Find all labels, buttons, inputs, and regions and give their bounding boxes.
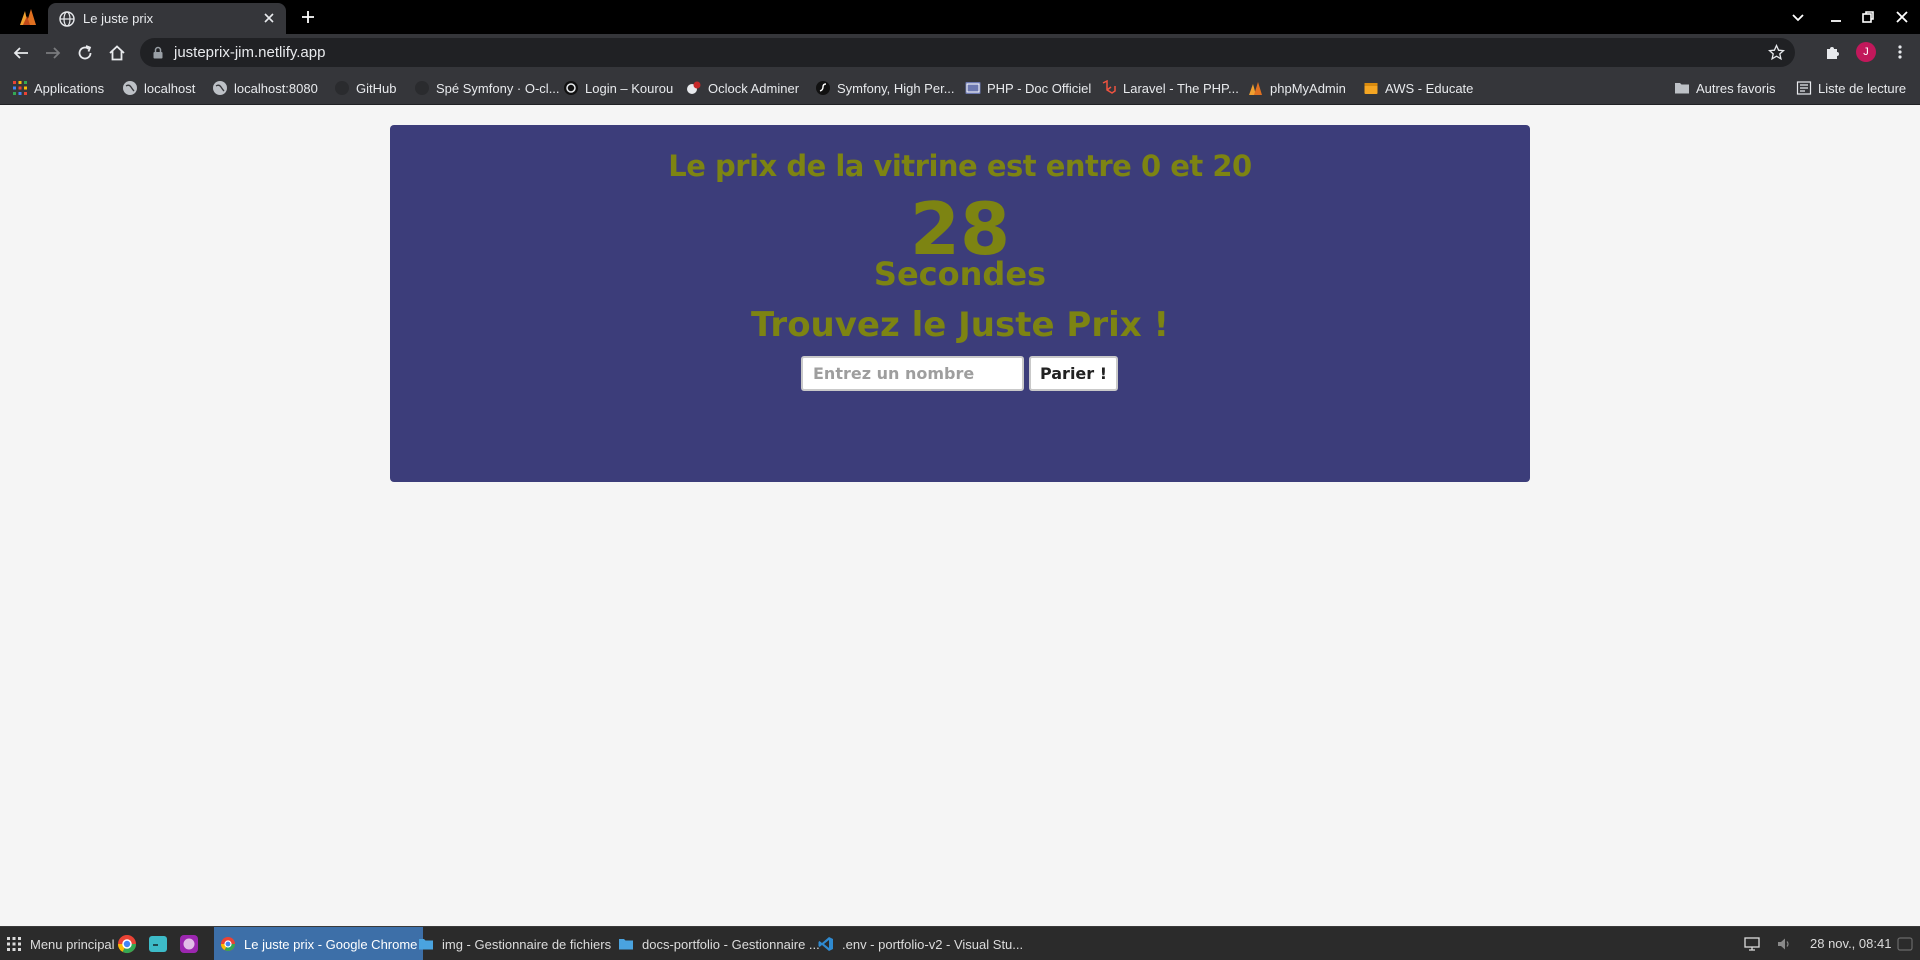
reading-list-icon [1796,81,1812,95]
bookmark-localhost-8080[interactable]: localhost:8080 [212,71,318,105]
bookmark-other-favorites[interactable]: Autres favoris [1674,71,1775,105]
restore-icon[interactable] [1860,9,1876,25]
forward-arrow-icon[interactable] [44,44,62,62]
github-icon [335,81,349,95]
extensions-puzzle-icon[interactable] [1824,43,1842,61]
chrome-launcher-icon[interactable] [117,934,137,954]
browser-tab-bar: Le juste prix [0,0,1920,34]
bookmark-label: Oclock Adminer [708,80,800,96]
globe-icon [123,81,137,95]
game-card: Le prix de la vitrine est entre 0 et 20 … [390,125,1530,482]
bookmark-label: GitHub [356,80,397,96]
countdown-unit: Secondes [873,255,1047,293]
bookmark-label: Applications [34,80,105,96]
bookmark-star-icon[interactable] [1768,44,1785,61]
close-window-icon[interactable] [1894,9,1910,25]
bookmark-github[interactable]: GitHub [334,71,396,105]
chrome-icon [221,937,235,951]
main-menu-button[interactable]: Menu principal [6,927,115,960]
browser-toolbar: justeprix-jim.netlify.app J [0,34,1920,71]
kourou-icon [564,81,578,95]
bookmarks-bar: Applications localhost localhost:8080 Gi… [0,71,1920,105]
bookmark-label: Symfony, High Per... [837,80,955,96]
page-title: Trouvez le Juste Prix ! [750,305,1170,345]
show-desktop-icon[interactable] [1897,936,1913,952]
bookmark-kourou[interactable]: Login – Kourou [563,71,673,105]
volume-icon[interactable] [1776,936,1792,952]
guess-input[interactable] [801,356,1024,391]
close-icon[interactable] [262,11,276,25]
taskbar-window-label: .env - portfolio-v2 - Visual Stu... [842,936,1024,952]
more-menu-icon[interactable] [1892,44,1908,60]
globe-icon [213,81,227,95]
bookmark-symfony[interactable]: Symfony, High Per... [815,71,955,105]
bookmark-label: PHP - Doc Officiel [987,80,1092,96]
bookmark-aws-educate[interactable]: AWS - Educate [1363,71,1473,105]
bookmark-label: localhost [144,80,196,96]
tab-title: Le juste prix [83,11,154,26]
app-logo-icon[interactable] [18,8,38,26]
price-range-text: Le prix de la vitrine est entre 0 et 20 [668,149,1252,183]
reload-icon[interactable] [76,44,94,62]
back-arrow-icon[interactable] [12,44,30,62]
lock-icon[interactable] [152,46,164,59]
bookmark-label: phpMyAdmin [1270,80,1346,96]
bookmark-spe-symfony[interactable]: Spé Symfony · O-cl... [414,71,560,105]
folder-icon [419,939,433,950]
bookmark-label: Laravel - The PHP... [1123,80,1239,96]
menu-grid-icon [7,937,21,951]
php-icon [965,82,981,94]
vscode-icon [818,937,833,951]
app-launcher-icon[interactable] [179,934,199,954]
minimize-icon[interactable] [1828,9,1844,25]
github-icon [415,81,429,95]
os-taskbar: Menu principal Le juste prix - Google Ch… [0,926,1920,960]
bet-button[interactable]: Parier ! [1029,356,1118,391]
bookmark-applications[interactable]: Applications [12,71,104,105]
tab-active[interactable]: Le juste prix [48,3,286,34]
profile-avatar[interactable]: J [1856,42,1876,62]
taskbar-clock: 28 nov., 08:41 [1810,936,1892,951]
adminer-icon [687,81,701,94]
home-icon[interactable] [108,44,126,62]
bookmark-php-doc[interactable]: PHP - Doc Officiel [965,71,1091,105]
bookmark-phpmyadmin[interactable]: phpMyAdmin [1248,71,1346,105]
chevron-down-icon[interactable] [1790,9,1806,25]
taskbar-window-vscode[interactable]: .env - portfolio-v2 - Visual Stu... [818,927,1023,960]
apps-grid-icon [13,81,27,95]
taskbar-window-label: img - Gestionnaire de fichiers [442,936,612,952]
taskbar-window-files-img[interactable]: img - Gestionnaire de fichiers [418,927,611,960]
bookmark-laravel[interactable]: Laravel - The PHP... [1101,71,1239,105]
symfony-icon [816,81,830,95]
main-menu-label: Menu principal [30,936,115,952]
bookmark-oclock-adminer[interactable]: Oclock Adminer [686,71,799,105]
aws-icon [1364,83,1378,94]
network-icon[interactable] [1744,936,1760,952]
bookmark-label: Liste de lecture [1818,80,1907,96]
bookmark-label: AWS - Educate [1385,80,1474,96]
bookmark-label: Autres favoris [1696,80,1776,96]
taskbar-window-files-docs[interactable]: docs-portfolio - Gestionnaire ... [618,927,820,960]
folder-icon [1675,83,1689,94]
reading-list[interactable]: Liste de lecture [1796,71,1906,105]
taskbar-window-label: Le juste prix - Google Chrome [244,936,418,952]
taskbar-window-label: docs-portfolio - Gestionnaire ... [642,936,820,952]
bookmark-localhost[interactable]: localhost [122,71,195,105]
address-bar[interactable]: justeprix-jim.netlify.app [140,38,1795,67]
taskbar-window-chrome[interactable]: Le juste prix - Google Chrome [214,927,424,960]
bookmark-label: Login – Kourou [585,80,674,96]
new-tab-icon[interactable] [300,9,316,25]
folder-icon [619,939,633,950]
phpmyadmin-icon [1249,82,1262,95]
bookmark-label: localhost:8080 [234,80,318,96]
globe-icon [59,11,75,27]
url-text: justeprix-jim.netlify.app [174,44,326,61]
bookmark-label: Spé Symfony · O-cl... [436,80,560,96]
laravel-icon [1102,80,1116,94]
terminal-launcher-icon[interactable] [148,934,168,954]
